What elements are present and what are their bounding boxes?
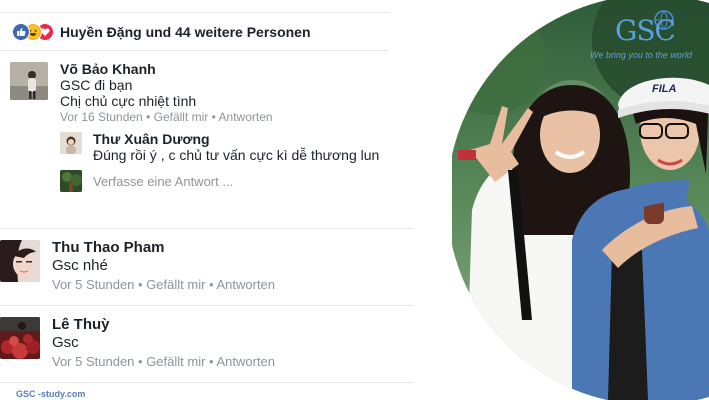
comment-text-line-1: GSC đi bạn xyxy=(60,77,133,93)
like-link[interactable]: Gefällt mir xyxy=(146,354,205,369)
cap-brand-text: FILA xyxy=(652,83,677,95)
comment-timestamp[interactable]: Vor 16 Stunden xyxy=(60,110,143,124)
reply-link[interactable]: Antworten xyxy=(216,354,275,369)
comment-text: Gsc xyxy=(52,334,79,351)
meta-separator: • xyxy=(134,277,147,292)
meta-separator: • xyxy=(205,277,217,292)
composer-avatar xyxy=(60,170,82,192)
comment-author[interactable]: Lê Thuỳ xyxy=(52,316,110,333)
comment-thu-thao-pham: Thu Thao Pham Gsc nhé Vor 5 Stunden • Ge… xyxy=(0,234,420,300)
comment-meta: Vor 16 Stunden • Gefällt mir • Antworten xyxy=(60,110,273,124)
reply-text: Đúng rồi ý , c chủ tư vấn cực kì dễ thươ… xyxy=(93,147,380,163)
reactions-text: Huyền Đặng und 44 weitere Personen xyxy=(60,24,311,40)
reply-avatar[interactable] xyxy=(60,132,82,154)
slogan-text: We bring you to the world xyxy=(590,50,692,60)
comment-vo-bao-khanh: Võ Bảo Khanh GSC đi bạn Chị chủ cực nhiệ… xyxy=(0,58,400,198)
meta-separator: • xyxy=(208,110,219,124)
comment-timestamp[interactable]: Vor 5 Stunden xyxy=(52,277,134,292)
reply-author[interactable]: Thư Xuân Dương xyxy=(93,131,210,147)
comment-timestamp[interactable]: Vor 5 Stunden xyxy=(52,354,134,369)
like-link[interactable]: Gefällt mir xyxy=(154,110,209,124)
comment-divider-1 xyxy=(0,228,414,229)
promo-photo: GSC We bring you to the world FILA xyxy=(452,0,709,400)
reply-link[interactable]: Antworten xyxy=(219,110,273,124)
comment-author[interactable]: Võ Bảo Khanh xyxy=(60,61,156,77)
meta-separator: • xyxy=(142,110,154,124)
avatar[interactable] xyxy=(0,240,40,282)
meta-separator: • xyxy=(134,354,147,369)
comment-text: Gsc nhé xyxy=(52,257,108,274)
like-icon xyxy=(12,23,30,41)
comment-author[interactable]: Thu Thao Pham xyxy=(52,239,165,256)
comment-divider-2 xyxy=(0,305,414,306)
comment-divider-3 xyxy=(0,382,414,383)
comment-text-line-2: Chị chủ cực nhiệt tình xyxy=(60,93,197,109)
top-divider xyxy=(0,12,388,13)
meta-separator: • xyxy=(205,354,217,369)
like-link[interactable]: Gefällt mir xyxy=(146,277,205,292)
comment-le-thuy: Lê Thuỳ Gsc Vor 5 Stunden • Gefällt mir … xyxy=(0,311,420,377)
avatar[interactable] xyxy=(0,317,40,359)
reply-input[interactable]: Verfasse eine Antwort ... xyxy=(93,174,233,189)
comment-meta: Vor 5 Stunden • Gefällt mir • Antworten xyxy=(52,277,275,292)
reaction-icons xyxy=(12,23,60,41)
gsc-logo: GSC xyxy=(615,14,676,47)
watermark-text: GSC -study.com xyxy=(16,389,86,399)
reactions-divider xyxy=(0,50,388,51)
reply-link[interactable]: Antworten xyxy=(216,277,275,292)
comment-meta: Vor 5 Stunden • Gefällt mir • Antworten xyxy=(52,354,275,369)
reactions-summary[interactable]: Huyền Đặng und 44 weitere Personen xyxy=(0,14,390,50)
avatar[interactable] xyxy=(10,62,48,100)
